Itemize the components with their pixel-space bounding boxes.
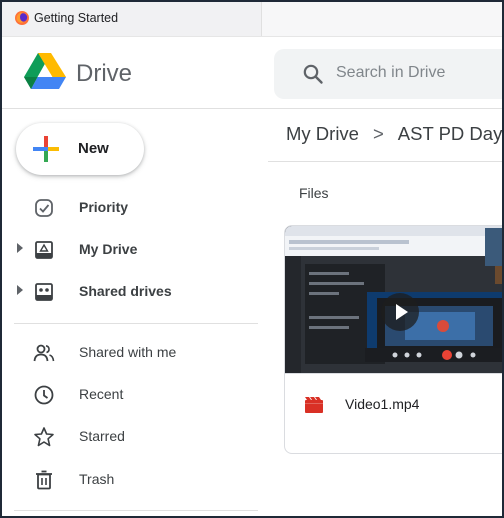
clock-icon — [34, 385, 54, 405]
caret-right-icon[interactable] — [16, 243, 24, 253]
play-icon[interactable] — [381, 293, 419, 331]
files-section-title: Files — [299, 185, 329, 201]
sidebar-item-label: Priority — [79, 199, 129, 215]
breadcrumb: My Drive > AST PD Day — [286, 123, 502, 145]
search-bar[interactable]: Search in Drive — [274, 49, 504, 99]
sidebar-item-label: Recent — [79, 386, 124, 402]
header-divider — [0, 108, 504, 109]
shared-drives-icon — [35, 283, 53, 301]
sidebar-item-recent[interactable]: Recent — [0, 376, 258, 414]
divider — [0, 36, 504, 37]
breadcrumb-current[interactable]: AST PD Day — [398, 123, 503, 144]
star-icon — [34, 427, 54, 447]
search-input[interactable]: Search in Drive — [336, 64, 445, 82]
trash-icon — [36, 470, 52, 490]
file-card[interactable]: Video1.mp4 — [284, 225, 504, 454]
file-thumbnail[interactable] — [285, 226, 504, 373]
shared-with-me-icon — [33, 344, 55, 362]
firefox-icon — [15, 11, 29, 25]
main-divider — [268, 161, 504, 162]
video-file-icon — [305, 397, 323, 413]
sidebar-item-label: My Drive — [79, 241, 138, 257]
breadcrumb-root[interactable]: My Drive — [286, 123, 359, 144]
caret-right-icon[interactable] — [16, 285, 24, 295]
file-info[interactable]: Video1.mp4 — [285, 373, 504, 453]
tab-title: Getting Started — [34, 11, 119, 25]
sidebar-item-shared-with-me[interactable]: Shared with me — [0, 334, 258, 372]
browser-tab-bar: Getting Started — [0, 0, 504, 36]
sidebar-item-label: Starred — [79, 428, 125, 444]
search-icon[interactable] — [302, 63, 324, 85]
brand-name[interactable]: Drive — [76, 60, 132, 88]
sidebar-item-priority[interactable]: Priority — [0, 189, 258, 227]
sidebar-item-label: Shared with me — [79, 344, 177, 360]
file-name: Video1.mp4 — [345, 396, 420, 412]
sidebar-item-trash[interactable]: Trash — [0, 461, 258, 499]
priority-icon — [35, 199, 53, 217]
sidebar-item-shared-drives[interactable]: Shared drives — [0, 273, 258, 311]
breadcrumb-separator: > — [372, 123, 384, 144]
sidebar-item-my-drive[interactable]: My Drive — [0, 231, 258, 269]
plus-icon — [33, 136, 59, 162]
sidebar-item-starred[interactable]: Starred — [0, 418, 258, 456]
browser-tab[interactable]: Getting Started — [0, 0, 262, 36]
sidebar-item-label: Trash — [79, 471, 115, 487]
drive-logo-icon[interactable] — [24, 52, 66, 90]
sidebar-item-label: Shared drives — [79, 283, 172, 299]
sidebar-divider — [14, 323, 258, 324]
new-button-label: New — [78, 140, 109, 157]
new-button[interactable]: New — [16, 123, 144, 175]
my-drive-icon — [35, 241, 53, 259]
sidebar-divider — [14, 510, 258, 511]
